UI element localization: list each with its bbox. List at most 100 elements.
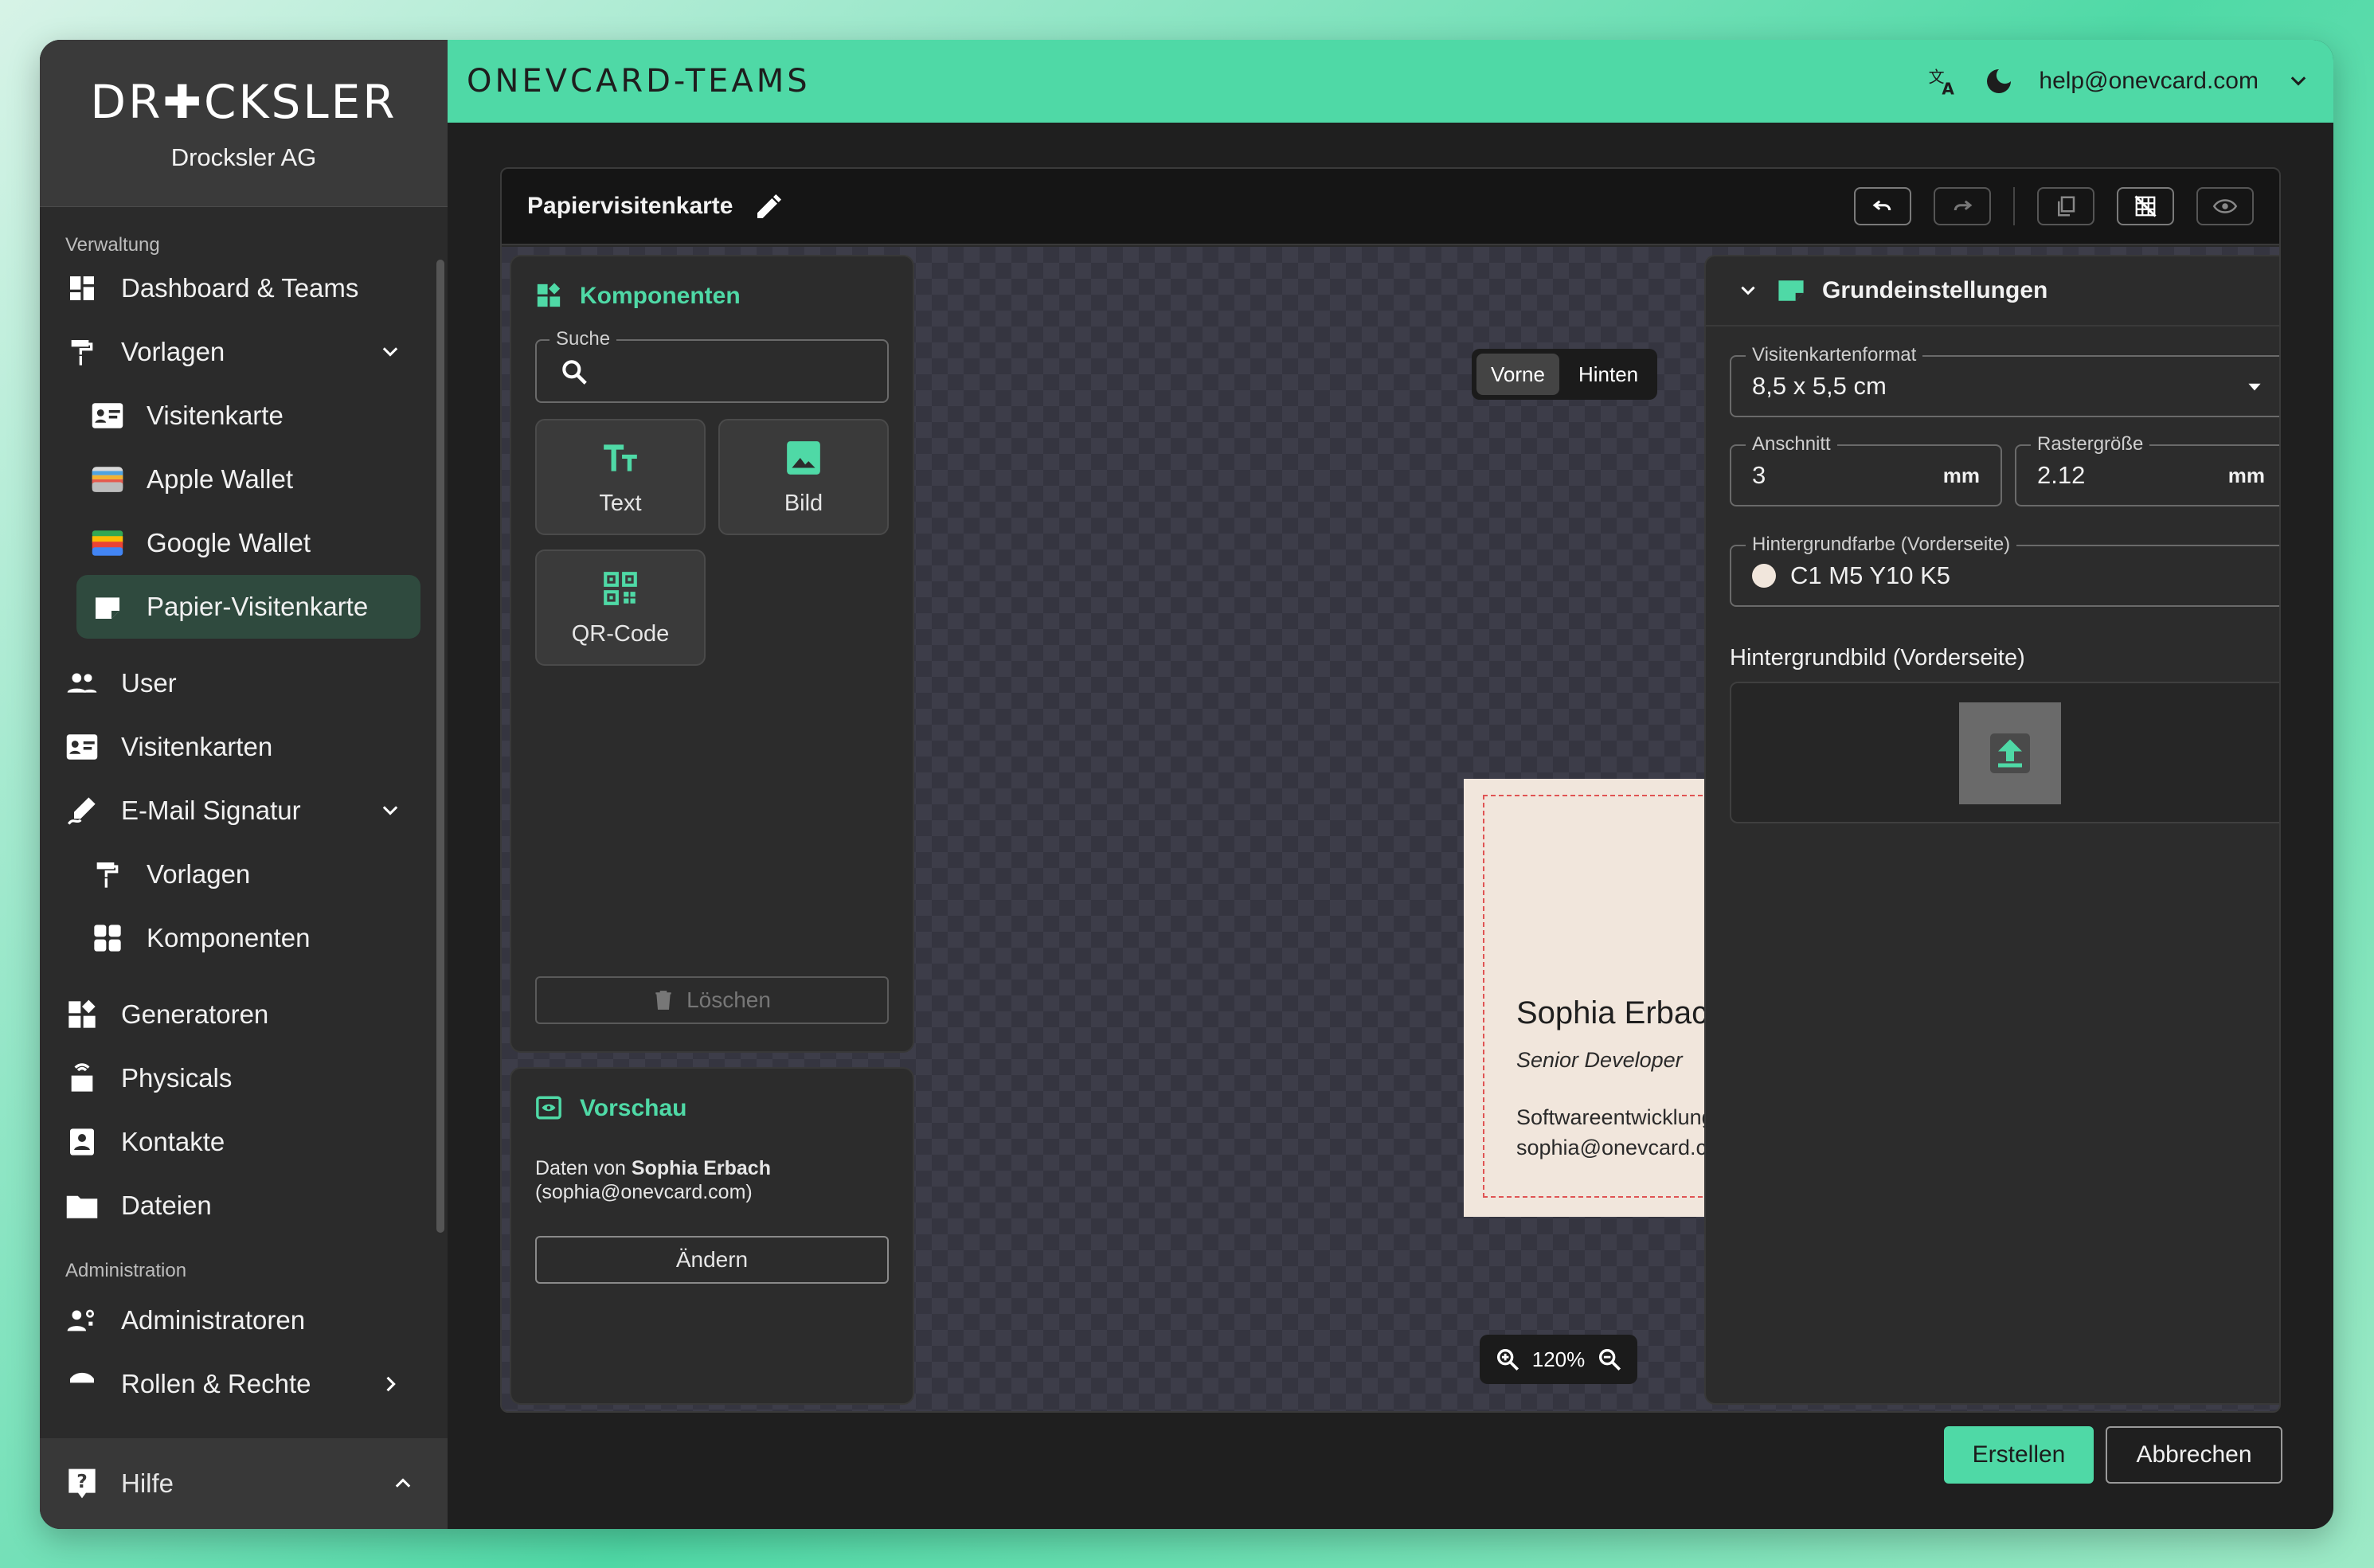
translate-icon[interactable]: 文A	[1927, 65, 1959, 97]
sidebar-item-user[interactable]: User	[40, 651, 448, 715]
color-swatch[interactable]	[1752, 564, 1776, 588]
sidebar-item-google-wallet[interactable]: Google Wallet	[40, 511, 448, 575]
sidebar-scrollbar[interactable]	[436, 260, 444, 1233]
sidebar-item-administratoren[interactable]: Administratoren	[40, 1288, 448, 1352]
side-front-button[interactable]: Vorne	[1476, 354, 1559, 395]
create-button[interactable]: Erstellen	[1944, 1426, 2094, 1484]
change-preview-button[interactable]: Ändern	[535, 1236, 889, 1284]
sidebar-help[interactable]: ? Hilfe	[40, 1438, 448, 1529]
zoom-in-icon[interactable]	[1494, 1346, 1521, 1373]
sidebar-item-kontakte[interactable]: Kontakte	[40, 1110, 448, 1174]
delete-component-button[interactable]: Löschen	[535, 976, 889, 1024]
sidebar-item-signatur-vorlagen[interactable]: Vorlagen	[40, 843, 448, 906]
background-image-dropzone[interactable]	[1730, 682, 2279, 823]
sidebar-item-email-signatur[interactable]: E-Mail Signatur	[40, 779, 448, 843]
image-icon	[787, 440, 820, 475]
delete-label: Löschen	[686, 987, 771, 1012]
section-label-verwaltung: Verwaltung	[65, 234, 160, 256]
widgets-icon	[65, 998, 99, 1031]
grid-size-input[interactable]: Rastergröße 2.12 mm	[2015, 433, 2279, 506]
component-qr-tile[interactable]: QR-Code	[535, 549, 706, 666]
redo-button[interactable]	[1934, 187, 1991, 225]
sidebar-item-dateien[interactable]: Dateien	[40, 1174, 448, 1238]
sidebar-item-dashboard[interactable]: Dashboard & Teams	[40, 256, 448, 320]
chevron-down-icon[interactable]	[379, 800, 401, 822]
field-label: Visitenkartenformat	[1746, 344, 1923, 366]
chevron-down-icon[interactable]	[379, 341, 401, 363]
search-input[interactable]	[594, 355, 873, 390]
trash-icon	[655, 991, 671, 1010]
bleed-input[interactable]: Anschnitt 3 mm	[1730, 433, 2002, 506]
sidebar-item-rollen-rechte[interactable]: Rollen & Rechte	[40, 1352, 448, 1416]
settings-header[interactable]: Grundeinstellungen	[1706, 256, 2279, 327]
card-department-text[interactable]: Softwareentwicklung	[1516, 1105, 1714, 1130]
text-format-icon	[604, 444, 637, 471]
search-icon	[562, 360, 587, 385]
design-canvas[interactable]: Komponenten Suche Text Bild QR-Code Lösc…	[502, 247, 2279, 1411]
preview-prefix: Daten von	[535, 1157, 626, 1179]
field-label: Anschnitt	[1746, 433, 1837, 456]
chevron-right-icon[interactable]	[379, 1373, 401, 1395]
brand-logo: DR✚CKSLER	[90, 74, 397, 129]
sidebar-item-generatoren[interactable]: Generatoren	[40, 983, 448, 1046]
redo-icon	[1954, 200, 1973, 211]
sidebar-item-apple-wallet[interactable]: Apple Wallet	[40, 448, 448, 511]
side-back-button[interactable]: Hinten	[1564, 354, 1652, 395]
field-label: Hintergrundfarbe (Vorderseite)	[1746, 534, 2017, 556]
editor-toolbar	[1854, 187, 2254, 225]
components-title-text: Komponenten	[580, 283, 741, 309]
preview-toggle-button[interactable]	[2196, 187, 2254, 225]
sidebar-item-vorlagen[interactable]: Vorlagen	[40, 320, 448, 384]
svg-text:?: ?	[76, 1470, 88, 1492]
sidebar-item-label: Administratoren	[121, 1305, 306, 1335]
sidebar-item-visitenkarten[interactable]: Visitenkarten	[40, 715, 448, 779]
sidebar-item-komponenten[interactable]: Komponenten	[40, 906, 448, 970]
sidebar-item-papier-visitenkarte[interactable]: Papier-Visitenkarte	[76, 575, 420, 639]
grid-off-icon	[2134, 195, 2157, 217]
id-card-icon	[65, 730, 99, 764]
dark-mode-icon[interactable]	[1983, 65, 2015, 97]
grid-toggle-button[interactable]	[2117, 187, 2174, 225]
toolbar-divider	[2013, 187, 2015, 225]
preview-title-text: Vorschau	[580, 1095, 687, 1121]
editor-header: Papiervisitenkarte	[502, 169, 2279, 245]
preview-title: Vorschau	[535, 1094, 687, 1123]
roles-icon	[65, 1367, 99, 1401]
upload-button[interactable]	[1959, 702, 2061, 804]
sidebar-item-visitenkarte[interactable]: Visitenkarte	[40, 384, 448, 448]
folder-icon	[65, 1189, 99, 1222]
sidebar-item-label: Dateien	[121, 1191, 212, 1220]
signature-icon	[65, 794, 99, 827]
background-color-input[interactable]: Hintergrundfarbe (Vorderseite) C1 M5 Y10…	[1730, 534, 2279, 607]
sidebar-item-label: E-Mail Signatur	[121, 796, 301, 825]
card-format-select[interactable]: Visitenkartenformat 8,5 x 5,5 cm	[1730, 344, 2279, 417]
card-format-value: 8,5 x 5,5 cm	[1752, 372, 1887, 400]
eye-icon	[2212, 199, 2238, 213]
zoom-out-icon[interactable]	[1596, 1346, 1623, 1373]
sidebar-item-label: Kontakte	[121, 1127, 225, 1156]
brand-header: DR✚CKSLER Drocksler AG	[40, 40, 448, 207]
duplicate-button[interactable]	[2037, 187, 2094, 225]
grid-size-unit: mm	[2227, 463, 2265, 487]
card-role-text[interactable]: Senior Developer	[1516, 1048, 1683, 1073]
chevron-down-icon[interactable]	[2282, 65, 2314, 97]
cancel-button[interactable]: Abbrechen	[2106, 1426, 2282, 1484]
settings-title: Grundeinstellungen	[1822, 277, 2048, 303]
top-bar-actions: 文A help@onevcard.com	[1927, 65, 2314, 97]
card-name-text[interactable]: Sophia Erbach	[1516, 995, 1725, 1031]
undo-button[interactable]	[1854, 187, 1911, 225]
component-image-tile[interactable]: Bild	[718, 419, 889, 535]
edit-pencil-icon[interactable]	[753, 190, 785, 222]
account-email[interactable]: help@onevcard.com	[2039, 68, 2259, 95]
component-text-tile[interactable]: Text	[535, 419, 706, 535]
grid-icon	[91, 921, 124, 955]
chevron-up-icon[interactable]	[392, 1472, 414, 1494]
apple-wallet-icon	[91, 463, 124, 496]
card-side-toggle: Vorne Hinten	[1472, 349, 1658, 400]
copy-icon	[2058, 196, 2075, 217]
zoom-level: 120%	[1531, 1347, 1586, 1371]
chevron-down-icon[interactable]	[1738, 280, 1758, 301]
background-image-label: Hintergrundbild (Vorderseite)	[1730, 645, 2025, 671]
sidebar-item-physicals[interactable]: Physicals	[40, 1046, 448, 1110]
component-search-field[interactable]: Suche	[535, 328, 889, 403]
